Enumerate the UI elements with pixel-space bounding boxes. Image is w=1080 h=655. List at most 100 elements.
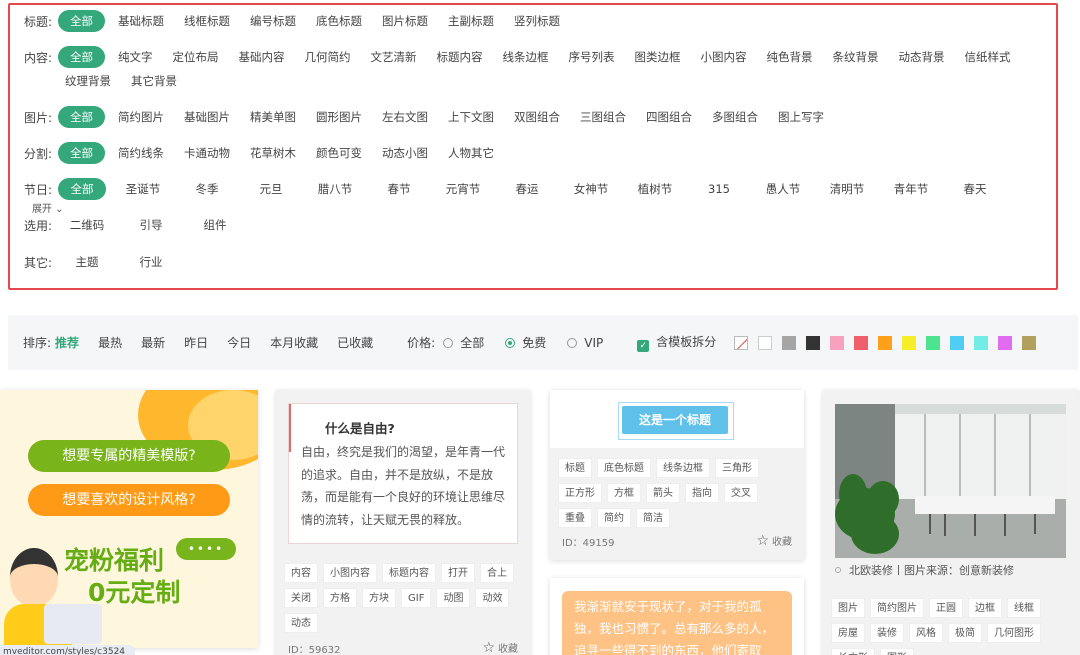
sort-newest[interactable]: 最新 [141, 334, 165, 351]
filter-chip[interactable]: 女神节 [562, 178, 620, 200]
color-swatch[interactable] [854, 335, 869, 350]
filter-chip[interactable]: 标题内容 [430, 46, 490, 68]
filter-chip[interactable]: 定位布局 [166, 46, 226, 68]
tag[interactable]: 箭头 [646, 483, 680, 503]
color-swatch[interactable] [950, 335, 965, 350]
filter-chip[interactable]: 纯文字 [111, 46, 160, 68]
filter-chip[interactable]: 基础内容 [232, 46, 292, 68]
filter-chip[interactable]: 其它背景 [124, 70, 184, 92]
filter-chip[interactable]: 冬季 [178, 178, 236, 200]
color-swatch[interactable] [926, 335, 941, 350]
filter-chip[interactable]: 底色标题 [309, 10, 369, 32]
filter-chip[interactable]: 颜色可变 [309, 142, 369, 164]
color-swatch[interactable] [1022, 335, 1037, 350]
tag[interactable]: 重叠 [558, 508, 592, 528]
tag[interactable]: 方格 [323, 588, 357, 608]
filter-chip[interactable]: 人物其它 [441, 142, 501, 164]
tag[interactable]: 正圆 [929, 598, 963, 618]
tag[interactable]: 极简 [948, 623, 982, 643]
filter-chip[interactable]: 纯色背景 [760, 46, 820, 68]
tag[interactable]: 图片 [831, 598, 865, 618]
filter-chip[interactable]: 四图组合 [639, 106, 699, 128]
tag[interactable]: 标题 [558, 458, 592, 478]
tag[interactable]: 方框 [607, 483, 641, 503]
filter-chip[interactable]: 三图组合 [573, 106, 633, 128]
tag[interactable]: 房屋 [831, 623, 865, 643]
filter-chip[interactable]: 主副标题 [441, 10, 501, 32]
filter-chip[interactable]: 信纸样式 [958, 46, 1018, 68]
filter-chip[interactable]: 圣诞节 [114, 178, 172, 200]
sort-hottest[interactable]: 最热 [98, 334, 122, 351]
tag[interactable]: 指向 [685, 483, 719, 503]
template-card-photo[interactable]: 北欧装修丨图片来源：创意新装修 图片 简约图片 正圆 边框 线框 房屋 装修 风格 极简 几何图形… [823, 390, 1079, 655]
tag[interactable]: 边框 [968, 598, 1002, 618]
tag[interactable]: 关闭 [284, 588, 318, 608]
sort-yesterday[interactable]: 昨日 [184, 334, 208, 351]
tag[interactable]: 装修 [870, 623, 904, 643]
split-checkbox[interactable]: ✓ 含模板拆分 [637, 333, 716, 352]
filter-chip[interactable]: 青年节 [882, 178, 940, 200]
tag[interactable]: 交叉 [724, 483, 758, 503]
filter-chip[interactable]: 基础图片 [177, 106, 237, 128]
filter-chip[interactable]: 基础标题 [111, 10, 171, 32]
favorite-button[interactable]: ☆ 收藏 [756, 533, 792, 549]
filter-chip[interactable]: 文艺清新 [364, 46, 424, 68]
color-swatch[interactable] [758, 335, 773, 350]
filter-chip[interactable]: 多图组合 [705, 106, 765, 128]
color-swatch[interactable] [974, 335, 989, 350]
tag[interactable]: 简约图片 [870, 598, 924, 618]
tag[interactable]: 标题内容 [382, 563, 436, 583]
tag[interactable]: 合上 [480, 563, 514, 583]
sort-favorited[interactable]: 已收藏 [337, 334, 373, 351]
filter-chip[interactable]: 全部 [58, 46, 105, 68]
filter-chip[interactable]: 动态背景 [892, 46, 952, 68]
color-swatch[interactable] [878, 335, 893, 350]
tag[interactable]: 三角形 [715, 458, 759, 478]
filter-chip[interactable]: 全部 [58, 10, 105, 32]
filter-chip[interactable]: 315 [690, 178, 748, 200]
sort-recommend[interactable]: 推荐 [55, 334, 79, 351]
filter-chip[interactable]: 全部 [58, 106, 105, 128]
tag[interactable]: 几何图形 [987, 623, 1041, 643]
price-all[interactable]: 全部 [443, 334, 484, 351]
filter-chip[interactable]: 线条边框 [496, 46, 556, 68]
filter-chip[interactable]: 条纹背景 [826, 46, 886, 68]
filter-chip[interactable]: 几何简约 [298, 46, 358, 68]
tag[interactable]: 长方形 [831, 648, 875, 655]
filter-chip[interactable]: 引导 [122, 214, 180, 236]
filter-chip[interactable]: 编号标题 [243, 10, 303, 32]
filter-chip[interactable]: 双图组合 [507, 106, 567, 128]
expand-button[interactable]: 展开 ⌄ [32, 200, 64, 215]
filter-chip[interactable]: 花草树木 [243, 142, 303, 164]
tag[interactable]: 底色标题 [597, 458, 651, 478]
filter-chip[interactable]: 上下文图 [441, 106, 501, 128]
sort-today[interactable]: 今日 [227, 334, 251, 351]
sort-month-favorites[interactable]: 本月收藏 [270, 334, 318, 351]
filter-chip[interactable]: 线框标题 [177, 10, 237, 32]
filter-chip[interactable]: 主题 [58, 251, 116, 273]
filter-chip[interactable]: 图上写字 [771, 106, 831, 128]
color-swatch[interactable] [902, 335, 917, 350]
filter-chip[interactable]: 行业 [122, 251, 180, 273]
tag[interactable]: 动态 [284, 613, 318, 633]
filter-chip[interactable]: 图类边框 [628, 46, 688, 68]
tag[interactable]: 内容 [284, 563, 318, 583]
filter-chip[interactable]: 全部 [58, 178, 106, 200]
template-card-title[interactable]: 这是一个标题 标题 底色标题 线条边框 三角形 正方形 方框 箭头 指向 交叉 重叠 简约 简洁 ID… [550, 390, 804, 560]
tag[interactable]: 图形 [880, 648, 914, 655]
filter-chip[interactable]: 元旦 [242, 178, 300, 200]
price-free[interactable]: 免费 [505, 334, 546, 351]
tag[interactable]: 正方形 [558, 483, 602, 503]
filter-chip[interactable]: 简约图片 [111, 106, 171, 128]
tag[interactable]: 方块 [362, 588, 396, 608]
filter-chip[interactable]: 纹理背景 [58, 70, 118, 92]
tag[interactable]: GIF [401, 588, 432, 608]
price-vip[interactable]: VIP [567, 336, 603, 350]
filter-chip[interactable]: 春天 [946, 178, 1004, 200]
color-swatch[interactable] [806, 335, 821, 350]
filter-chip[interactable]: 元宵节 [434, 178, 492, 200]
filter-chip[interactable]: 简约线条 [111, 142, 171, 164]
filter-chip[interactable]: 二维码 [58, 214, 116, 236]
no-color-swatch[interactable] [734, 335, 749, 350]
filter-chip[interactable]: 腊八节 [306, 178, 364, 200]
